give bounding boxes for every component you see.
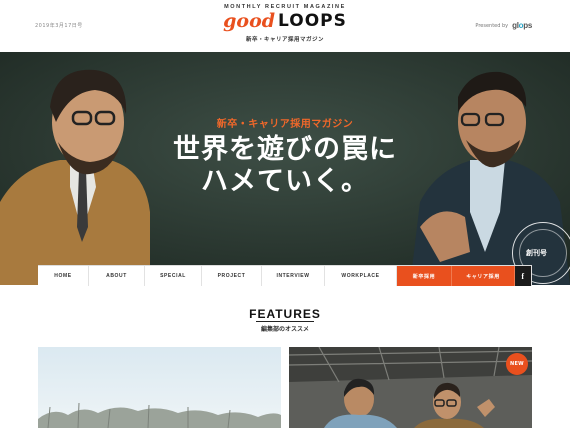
feature-card-2-photo (289, 347, 532, 428)
features-heading: FEATURES (249, 307, 321, 321)
hero-headline-line-2: ハメていく。 (201, 166, 369, 197)
new-badge: NEW (506, 353, 528, 375)
feature-card-1-photo (38, 347, 281, 428)
logo-good-text: good (223, 10, 276, 32)
presented-by: Presented by glops (475, 21, 532, 30)
hero-headline: 世界を遊びの罠に ハメていく。 (0, 134, 570, 198)
features-subheading: 編集部のオススメ (260, 326, 309, 333)
logo[interactable]: MONTHLY RECRUIT MAGAZINE good LOOPS 新卒・キ… (200, 4, 370, 43)
main-nav: HOME ABOUT SPECIAL PROJECT INTERVIEW WOR… (38, 265, 532, 286)
hero-headline-line-1: 世界を遊びの罠に (173, 134, 397, 165)
nav-new-grad-recruit[interactable]: 新卒採用 (397, 266, 452, 286)
sponsor-logo[interactable]: glops (512, 21, 532, 30)
nav-project[interactable]: PROJECT (202, 266, 262, 286)
logo-wordmark[interactable]: good LOOPS (200, 11, 370, 31)
nav-interview[interactable]: INTERVIEW (262, 266, 325, 286)
hero-subtitle: 新卒・キャリア採用マガジン (216, 119, 354, 130)
nav-about[interactable]: ABOUT (89, 266, 145, 286)
logo-subtitle: 新卒・キャリア採用マガジン (245, 37, 324, 43)
logo-loops-text: LOOPS (278, 11, 347, 31)
sponsor-logo-suffix: ps (523, 21, 532, 30)
feature-card-1[interactable] (38, 347, 281, 428)
feature-card-2[interactable]: NEW (289, 347, 532, 428)
seal-label: 創刊号 (526, 249, 547, 257)
nav-special[interactable]: SPECIAL (145, 266, 202, 286)
presented-by-label: Presented by (475, 22, 509, 29)
facebook-icon[interactable]: f (515, 266, 532, 286)
hero-banner: 新卒・キャリア採用マガジン 世界を遊びの罠に ハメていく。 創刊号 (0, 52, 570, 285)
issue-date: 2019年3月17日号 (35, 23, 83, 29)
features-divider (256, 321, 314, 322)
nav-career-recruit[interactable]: キャリア採用 (452, 266, 515, 286)
nav-workplace[interactable]: WORKPLACE (325, 266, 397, 286)
site-header: 2019年3月17日号 MONTHLY RECRUIT MAGAZINE goo… (0, 0, 570, 52)
nav-home[interactable]: HOME (38, 266, 89, 286)
